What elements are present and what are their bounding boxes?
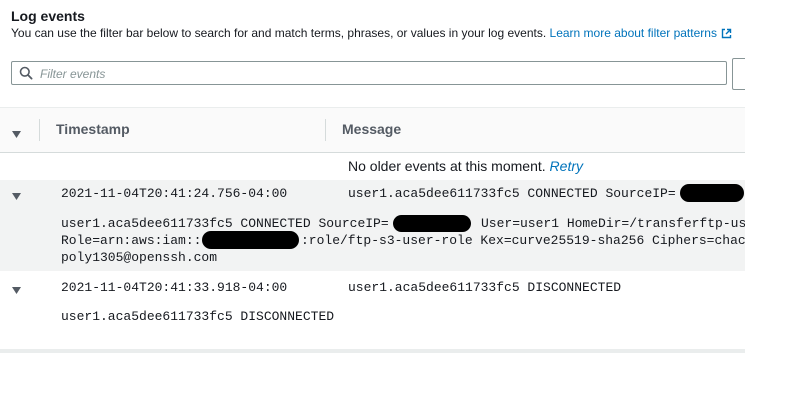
- no-older-events-message: No older events at this moment. Retry: [348, 158, 583, 174]
- event-detail-line: User=user1 HomeDir=/transferftp-us: [481, 216, 745, 231]
- log-events-panel: Log events You can use the filter bar be…: [0, 0, 745, 400]
- expand-all-caret-icon[interactable]: [12, 125, 21, 143]
- filter-placeholder: Filter events: [40, 67, 106, 81]
- table-header: Timestamp Message: [0, 107, 745, 153]
- table-bottom-border: [0, 349, 745, 353]
- log-event-row[interactable]: 2021-11-04T20:41:24.756-04:00 user1.aca5…: [0, 180, 745, 271]
- section-description: You can use the filter bar below to sear…: [11, 26, 732, 42]
- section-title: Log events: [11, 8, 85, 24]
- search-icon: [19, 66, 33, 85]
- redaction-mark: [393, 215, 471, 232]
- column-header-message[interactable]: Message: [342, 121, 401, 137]
- column-header-timestamp[interactable]: Timestamp: [56, 121, 130, 137]
- event-timestamp: 2021-11-04T20:41:24.756-04:00: [61, 186, 288, 201]
- filter-events-input[interactable]: Filter events: [11, 61, 727, 85]
- external-link-icon: [721, 28, 732, 42]
- filter-options-button[interactable]: [732, 58, 745, 90]
- learn-more-link[interactable]: Learn more about filter patterns: [550, 26, 732, 40]
- caret-down-icon[interactable]: [12, 281, 21, 299]
- event-message: user1.aca5dee611733fc5 CONNECTED SourceI…: [348, 186, 676, 201]
- column-divider: [325, 119, 326, 141]
- event-detail-line: user1.aca5dee611733fc5 DISCONNECTED: [61, 309, 335, 324]
- caret-down-icon[interactable]: [12, 187, 21, 205]
- description-text: You can use the filter bar below to sear…: [11, 26, 547, 40]
- event-detail-line: Role=arn:aws:iam::: [61, 233, 202, 248]
- event-detail-line: :role/ftp-s3-user-role Kex=curve25519-sh…: [301, 233, 745, 248]
- event-timestamp: 2021-11-04T20:41:33.918-04:00: [61, 280, 288, 295]
- event-detail-line: poly1305@openssh.com: [61, 250, 218, 265]
- event-detail-line: user1.aca5dee611733fc5 CONNECTED SourceI…: [61, 216, 389, 231]
- column-divider: [39, 119, 40, 141]
- retry-link[interactable]: Retry: [550, 158, 583, 174]
- redaction-mark: [680, 184, 744, 202]
- event-message: user1.aca5dee611733fc5 DISCONNECTED: [348, 280, 622, 295]
- no-older-text: No older events at this moment.: [348, 158, 546, 174]
- learn-more-label: Learn more about filter patterns: [549, 26, 717, 40]
- redaction-mark: [202, 231, 299, 249]
